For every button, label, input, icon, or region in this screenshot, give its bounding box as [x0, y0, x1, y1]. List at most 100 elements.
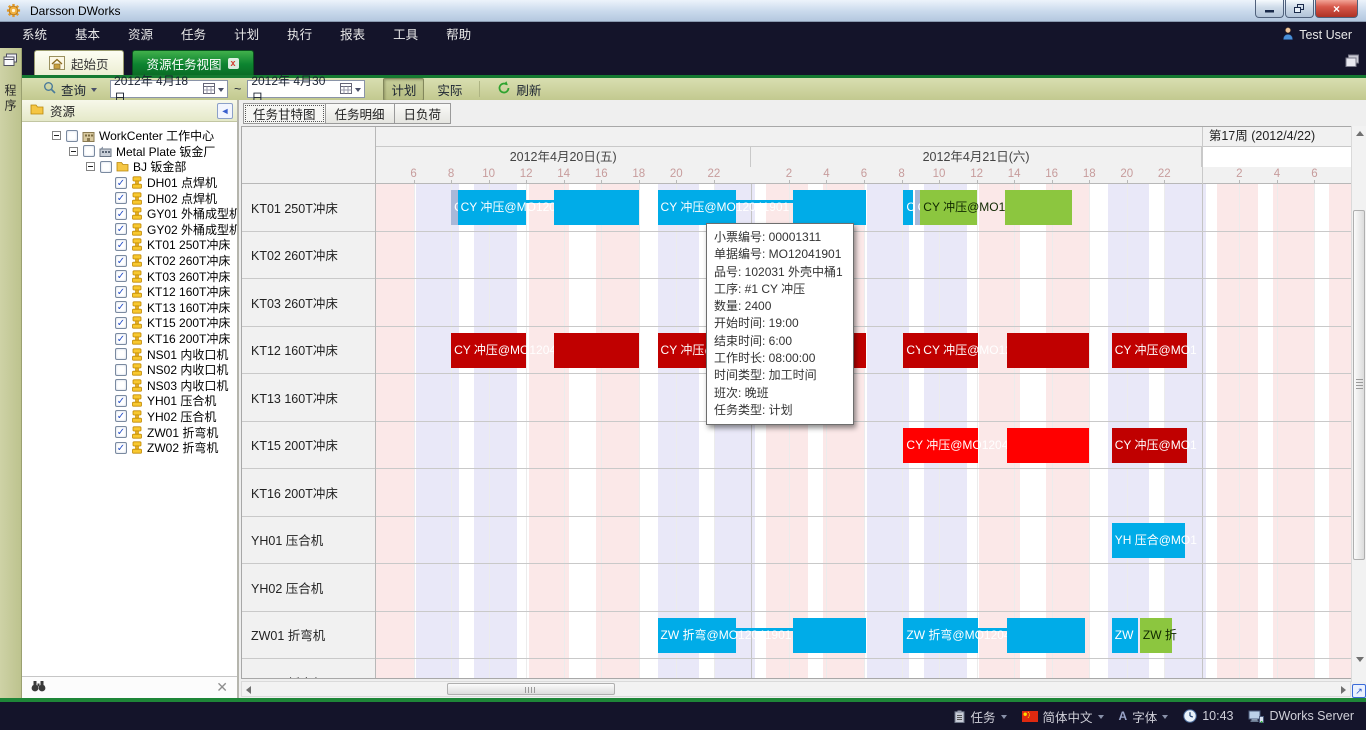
gantt-task-bar[interactable]: ZW 折弯@MO12041901 — [658, 618, 737, 653]
collapse-sidebar-button[interactable]: ◄ — [217, 103, 233, 119]
view-tab-2[interactable]: 任务明细 — [326, 103, 395, 124]
gantt-task-bar[interactable]: ZW — [1112, 618, 1138, 653]
gantt-task-bar[interactable]: CY 冲 — [903, 333, 920, 368]
scroll-up-icon[interactable] — [1356, 131, 1364, 136]
menu-item-8[interactable]: 工具 — [379, 22, 432, 48]
tree-expander-icon[interactable] — [86, 162, 95, 171]
gantt-task-bar[interactable]: CY 冲压@MO12041904 — [920, 333, 978, 368]
tree-item[interactable]: ✓KT01 250T冲床 — [22, 237, 237, 253]
gantt-task-bar[interactable] — [1007, 333, 1090, 368]
actual-toggle-button[interactable]: 实际 — [430, 79, 469, 100]
tree-checkbox[interactable]: ✓ — [115, 270, 127, 282]
close-icon[interactable]: ✕ — [216, 679, 228, 696]
gantt-task-bar[interactable]: CY 冲压@MO12041903 — [903, 428, 978, 463]
restore-button[interactable] — [1285, 0, 1314, 18]
status-item-5[interactable]: DWorks Server — [1248, 709, 1354, 723]
expand-view-button[interactable]: ↗ — [1352, 684, 1366, 698]
tree-checkbox[interactable]: ✓ — [115, 255, 127, 267]
tab-home[interactable]: 起始页 — [34, 50, 124, 75]
gantt-task-bar[interactable]: YH 压合@MO1 — [1112, 523, 1185, 558]
tree-checkbox[interactable] — [115, 379, 127, 391]
tree-item[interactable]: ✓ZW02 折弯机 — [22, 440, 237, 456]
query-button[interactable]: 查询 — [36, 79, 104, 100]
tree-item[interactable]: ✓ZW01 折弯机 — [22, 424, 237, 440]
tree-checkbox[interactable]: ✓ — [115, 208, 127, 220]
tree-item[interactable]: BJ 钣金部 — [22, 159, 237, 175]
tree-item[interactable]: ✓KT03 260T冲床 — [22, 268, 237, 284]
tree-item[interactable]: NS02 内收口机 — [22, 362, 237, 378]
gantt-task-bar[interactable] — [793, 618, 866, 653]
tree-item[interactable]: ✓YH02 压合机 — [22, 409, 237, 425]
tree-checkbox[interactable] — [66, 130, 78, 142]
gantt-task-bar[interactable]: ZW 折弯@MO12041901 — [903, 618, 978, 653]
tree-checkbox[interactable] — [115, 364, 127, 376]
gantt-task-bar[interactable]: CY 冲压@MO12041901 — [458, 190, 527, 225]
tab-close-icon[interactable]: x — [228, 58, 239, 69]
tree-item[interactable]: ✓KT15 200T冲床 — [22, 315, 237, 331]
gantt-task-bar[interactable] — [554, 190, 638, 225]
gantt-task-bar[interactable]: CY 冲压@MO12041902 — [920, 190, 976, 225]
tree-checkbox[interactable]: ✓ — [115, 286, 127, 298]
gantt-task-bar[interactable] — [793, 190, 866, 225]
scroll-right-icon[interactable] — [1341, 686, 1346, 694]
tree-checkbox[interactable]: ✓ — [115, 301, 127, 313]
tree-item[interactable]: ✓KT16 200T冲床 — [22, 331, 237, 347]
tree-item[interactable]: ✓KT02 260T冲床 — [22, 253, 237, 269]
binoculars-icon[interactable] — [31, 679, 46, 697]
gantt-task-bar[interactable] — [1007, 618, 1086, 653]
gantt-task-bar[interactable]: CY 冲压@MO1 — [1112, 428, 1187, 463]
tree-item[interactable]: NS03 内收口机 — [22, 378, 237, 394]
tree-checkbox[interactable]: ✓ — [115, 223, 127, 235]
tree-checkbox[interactable] — [115, 348, 127, 360]
gantt-task-bar[interactable]: C — [451, 190, 458, 225]
tree-checkbox[interactable] — [100, 161, 112, 173]
tree-checkbox[interactable]: ✓ — [115, 410, 127, 422]
gantt-task-bar[interactable] — [1005, 190, 1073, 225]
tree-checkbox[interactable]: ✓ — [115, 442, 127, 454]
menu-item-4[interactable]: 任务 — [167, 22, 220, 48]
tree-checkbox[interactable]: ✓ — [115, 333, 127, 345]
status-item-1[interactable]: 任务 — [954, 707, 1006, 726]
scroll-left-icon[interactable] — [246, 686, 251, 694]
tree-checkbox[interactable]: ✓ — [115, 395, 127, 407]
gantt-task-bar[interactable]: C — [903, 190, 912, 225]
menu-item-1[interactable]: 系统 — [8, 22, 61, 48]
gantt-task-bar[interactable]: CY 冲压@MO1 — [1112, 333, 1187, 368]
status-item-4[interactable]: 10:43 — [1183, 709, 1233, 723]
scroll-down-icon[interactable] — [1356, 657, 1364, 662]
tree-item[interactable]: ✓YH01 压合机 — [22, 393, 237, 409]
tree-item[interactable]: Metal Plate 钣金厂 — [22, 144, 237, 160]
status-item-3[interactable]: A字体 — [1119, 707, 1169, 726]
program-side-strip[interactable]: 程序 — [0, 48, 22, 698]
window-list-icon[interactable] — [1345, 54, 1360, 73]
plan-toggle-button[interactable]: 计划 — [383, 78, 424, 101]
vertical-scrollbar[interactable] — [1351, 126, 1366, 682]
tree-checkbox[interactable]: ✓ — [115, 192, 127, 204]
minimize-button[interactable] — [1255, 0, 1284, 18]
menu-item-7[interactable]: 报表 — [326, 22, 379, 48]
view-tab-3[interactable]: 日负荷 — [395, 103, 452, 124]
gantt-task-bar[interactable] — [554, 333, 638, 368]
view-tab-1[interactable]: 任务甘特图 — [243, 103, 326, 124]
menu-item-9[interactable]: 帮助 — [432, 22, 485, 48]
gantt-task-bar[interactable]: ZW 折 — [1140, 618, 1172, 653]
gantt-task-bar[interactable]: CY 冲压@MO12041904 — [451, 333, 526, 368]
tree-item[interactable]: ✓DH02 点焊机 — [22, 190, 237, 206]
menu-item-6[interactable]: 执行 — [273, 22, 326, 48]
tree-expander-icon[interactable] — [52, 131, 61, 140]
tree-item[interactable]: ✓KT13 160T冲床 — [22, 300, 237, 316]
gantt-task-bar[interactable] — [1007, 428, 1090, 463]
tree-item[interactable]: ✓GY02 外桶成型机 — [22, 222, 237, 238]
tree-checkbox[interactable]: ✓ — [115, 317, 127, 329]
date-to-input[interactable]: 2012年 4月30日 — [247, 80, 365, 98]
tree-item[interactable]: ✓KT12 160T冲床 — [22, 284, 237, 300]
tree-checkbox[interactable]: ✓ — [115, 177, 127, 189]
horizontal-scroll-thumb[interactable] — [447, 683, 615, 695]
date-from-input[interactable]: 2012年 4月18日 — [110, 80, 228, 98]
vertical-scroll-thumb[interactable] — [1353, 210, 1365, 560]
menu-item-2[interactable]: 基本 — [61, 22, 114, 48]
horizontal-scrollbar[interactable] — [241, 681, 1351, 697]
tree-checkbox[interactable]: ✓ — [115, 426, 127, 438]
refresh-button[interactable]: 刷新 — [490, 79, 548, 100]
close-button[interactable]: × — [1315, 0, 1358, 18]
